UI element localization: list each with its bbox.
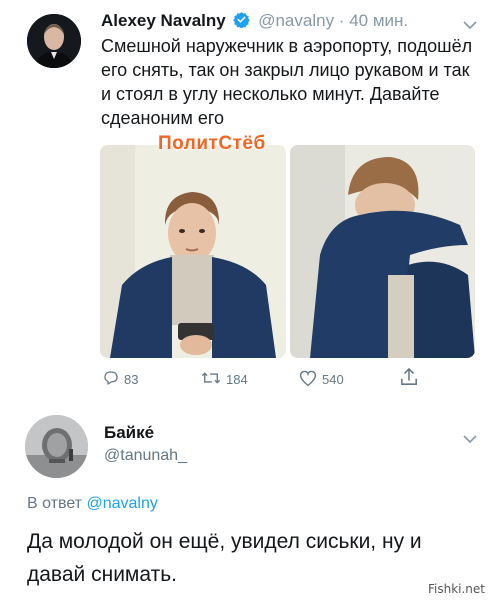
verified-badge-icon bbox=[233, 11, 251, 33]
tweet-photo-2[interactable] bbox=[290, 145, 475, 358]
header-separator: · bbox=[334, 11, 350, 30]
politsteb-watermark: ПолитСтёб bbox=[158, 133, 266, 154]
share-icon bbox=[400, 367, 422, 390]
retweet-action[interactable]: 184 bbox=[200, 369, 248, 390]
author-handle[interactable]: @navalny bbox=[258, 11, 334, 30]
tweet-timestamp[interactable]: 40 мин. bbox=[349, 11, 408, 30]
heart-icon bbox=[298, 369, 322, 390]
reply-text: Да молодой он ещё, увидел сиськи, ну и д… bbox=[27, 530, 422, 586]
reply-count: 83 bbox=[124, 372, 139, 387]
reply-author-name[interactable]: Байке́ bbox=[104, 423, 154, 443]
author-avatar[interactable] bbox=[27, 14, 81, 68]
reply-to-link[interactable]: @navalny bbox=[86, 495, 157, 512]
reply-author-avatar[interactable] bbox=[25, 415, 88, 478]
like-count: 540 bbox=[322, 372, 344, 387]
retweet-count: 184 bbox=[226, 372, 248, 387]
reply-icon bbox=[102, 369, 124, 390]
tweet-text: Смешной наружечник в аэропорту, подошёл … bbox=[101, 36, 473, 128]
site-watermark: Fishki.net bbox=[427, 582, 485, 596]
reply-chevron-down-icon[interactable] bbox=[462, 431, 478, 444]
tweet-photo-1[interactable] bbox=[100, 145, 286, 358]
reply-action[interactable]: 83 bbox=[102, 369, 138, 390]
tweet-actions: 83 184 540 bbox=[100, 367, 480, 391]
share-action[interactable] bbox=[400, 367, 422, 390]
tweet: Alexey Navalny @navalny · 40 мин. Смешно… bbox=[0, 0, 491, 405]
chevron-down-icon[interactable] bbox=[462, 17, 478, 30]
reply-prefix: В ответ bbox=[27, 495, 83, 512]
reply-context: В ответ @navalny bbox=[27, 495, 158, 513]
reply-author-handle[interactable]: @tanunah_ bbox=[104, 447, 187, 465]
author-name[interactable]: Alexey Navalny bbox=[101, 11, 226, 30]
retweet-icon bbox=[200, 369, 226, 390]
tweet-header: Alexey Navalny @navalny · 40 мин. bbox=[101, 11, 408, 33]
like-action[interactable]: 540 bbox=[298, 369, 344, 390]
